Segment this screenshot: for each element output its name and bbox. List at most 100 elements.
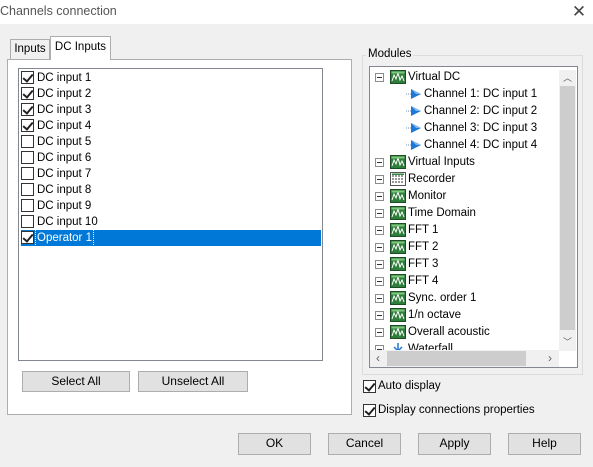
dc-input-label: DC input 10	[37, 216, 98, 228]
dc-input-checkbox[interactable]	[21, 119, 34, 132]
recorder-icon	[390, 172, 406, 186]
dc-input-row[interactable]: DC input 4	[21, 118, 321, 134]
dc-input-row[interactable]: DC input 8	[21, 182, 321, 198]
dc-input-row[interactable]: DC input 9	[21, 198, 321, 214]
module-icon	[390, 206, 406, 220]
module-node[interactable]: Sync. order 1	[370, 290, 560, 307]
dc-input-label: DC input 5	[37, 136, 92, 148]
collapse-icon[interactable]	[375, 243, 384, 252]
tree-vertical-scroll-thumb[interactable]	[560, 86, 575, 330]
dc-input-row[interactable]: DC input 2	[21, 86, 321, 102]
dc-input-label: DC input 2	[37, 88, 92, 100]
unselect-all-button[interactable]: Unselect All	[138, 371, 248, 392]
module-node[interactable]: FFT 2	[370, 239, 560, 256]
scroll-right-arrow-icon[interactable]: ›	[542, 350, 558, 367]
display-connections-check[interactable]	[363, 404, 376, 417]
cancel-button[interactable]: Cancel	[328, 433, 401, 455]
module-node[interactable]: Monitor	[370, 188, 560, 205]
collapse-icon[interactable]	[375, 192, 384, 201]
dc-input-label: Operator 1	[35, 229, 94, 247]
channel-node[interactable]: Channel 4: DC input 4	[370, 137, 560, 154]
dc-input-row[interactable]: DC input 1	[21, 70, 321, 86]
dc-input-label: DC input 1	[37, 72, 92, 84]
module-icon	[390, 189, 406, 203]
module-node[interactable]: Overall acoustic	[370, 324, 560, 341]
dc-input-checkbox[interactable]	[21, 199, 34, 212]
scroll-down-arrow-icon[interactable]: ﹀	[559, 334, 576, 350]
window-title: Channels connection	[0, 4, 117, 18]
dc-input-checkbox[interactable]	[21, 231, 34, 244]
collapse-icon[interactable]	[375, 311, 384, 320]
scroll-up-arrow-icon[interactable]: ︿	[559, 70, 576, 86]
dc-input-row[interactable]: DC input 3	[21, 102, 321, 118]
collapse-icon[interactable]	[375, 175, 384, 184]
module-label: Monitor	[408, 190, 447, 202]
module-icon	[390, 155, 406, 169]
dc-input-checkbox[interactable]	[21, 103, 34, 116]
dc-input-row[interactable]: DC input 5	[21, 134, 321, 150]
dc-input-checkbox[interactable]	[21, 71, 34, 84]
ok-button[interactable]: OK	[238, 433, 311, 455]
collapse-icon[interactable]	[375, 260, 384, 269]
select-all-button[interactable]: Select All	[22, 371, 130, 392]
module-icon	[390, 291, 406, 305]
channel-arrow-icon	[406, 104, 422, 118]
module-node[interactable]: Virtual Inputs	[370, 154, 560, 171]
close-icon[interactable]: ✕	[568, 1, 590, 23]
collapse-icon[interactable]	[375, 277, 384, 286]
dc-input-label: DC input 6	[37, 152, 92, 164]
dc-input-row[interactable]: Operator 1	[21, 229, 321, 247]
channel-arrow-icon	[406, 138, 422, 152]
module-node[interactable]: FFT 4	[370, 273, 560, 290]
auto-display-check[interactable]	[363, 380, 376, 393]
apply-button[interactable]: Apply	[418, 433, 491, 455]
dc-input-label: DC input 7	[37, 168, 92, 180]
channel-node[interactable]: Channel 3: DC input 3	[370, 120, 560, 137]
dc-input-label: DC input 9	[37, 200, 92, 212]
module-node[interactable]: Virtual DC	[370, 69, 560, 86]
channel-node[interactable]: Channel 2: DC input 2	[370, 103, 560, 120]
collapse-icon[interactable]	[375, 328, 384, 337]
module-node[interactable]: 1/n octave	[370, 307, 560, 324]
collapse-icon[interactable]	[375, 294, 384, 303]
module-label: 1/n octave	[408, 309, 462, 321]
dc-input-row[interactable]: DC input 6	[21, 150, 321, 166]
module-node[interactable]: FFT 3	[370, 256, 560, 273]
module-label: Overall acoustic	[408, 326, 490, 338]
channel-label: Channel 2: DC input 2	[424, 105, 538, 117]
dc-input-checkbox[interactable]	[21, 167, 34, 180]
module-icon	[390, 257, 406, 271]
dc-inputs-list[interactable]: DC input 1 DC input 2 DC input 3 DC input 4…	[18, 68, 323, 361]
channel-label: Channel 3: DC input 3	[424, 122, 538, 134]
dc-input-checkbox[interactable]	[21, 215, 34, 228]
module-node[interactable]: FFT 1	[370, 222, 560, 239]
collapse-icon[interactable]	[375, 73, 384, 82]
help-button[interactable]: Help	[508, 433, 581, 455]
scroll-left-arrow-icon[interactable]: ‹	[370, 350, 386, 367]
module-node[interactable]: Time Domain	[370, 205, 560, 222]
channel-node[interactable]: Channel 1: DC input 1	[370, 86, 560, 103]
modules-label: Modules	[366, 48, 414, 60]
module-icon	[390, 325, 406, 339]
dc-input-checkbox[interactable]	[21, 87, 34, 100]
collapse-icon[interactable]	[375, 209, 384, 218]
dc-input-row[interactable]: DC input 7	[21, 166, 321, 182]
dc-input-row[interactable]: DC input 10	[21, 214, 321, 230]
channel-arrow-icon	[406, 121, 422, 135]
tree-horizontal-scroll-thumb[interactable]	[387, 351, 526, 366]
dc-input-checkbox[interactable]	[21, 151, 34, 164]
module-label: Sync. order 1	[408, 292, 477, 304]
dc-input-checkbox[interactable]	[21, 135, 34, 148]
module-icon	[390, 240, 406, 254]
tab-inputs[interactable]: Inputs	[10, 39, 50, 59]
display-connections-label: Display connections properties	[378, 404, 535, 416]
tab-dc-inputs[interactable]: DC Inputs	[50, 36, 111, 60]
module-label: FFT 2	[408, 241, 439, 253]
module-node[interactable]: Recorder	[370, 171, 560, 188]
collapse-icon[interactable]	[375, 158, 384, 167]
channel-label: Channel 1: DC input 1	[424, 88, 538, 100]
auto-display-label: Auto display	[378, 380, 441, 392]
collapse-icon[interactable]	[375, 226, 384, 235]
dc-input-checkbox[interactable]	[21, 183, 34, 196]
modules-tree[interactable]: Virtual DC Channel 1: DC input 1 Channel 2…	[369, 66, 578, 368]
